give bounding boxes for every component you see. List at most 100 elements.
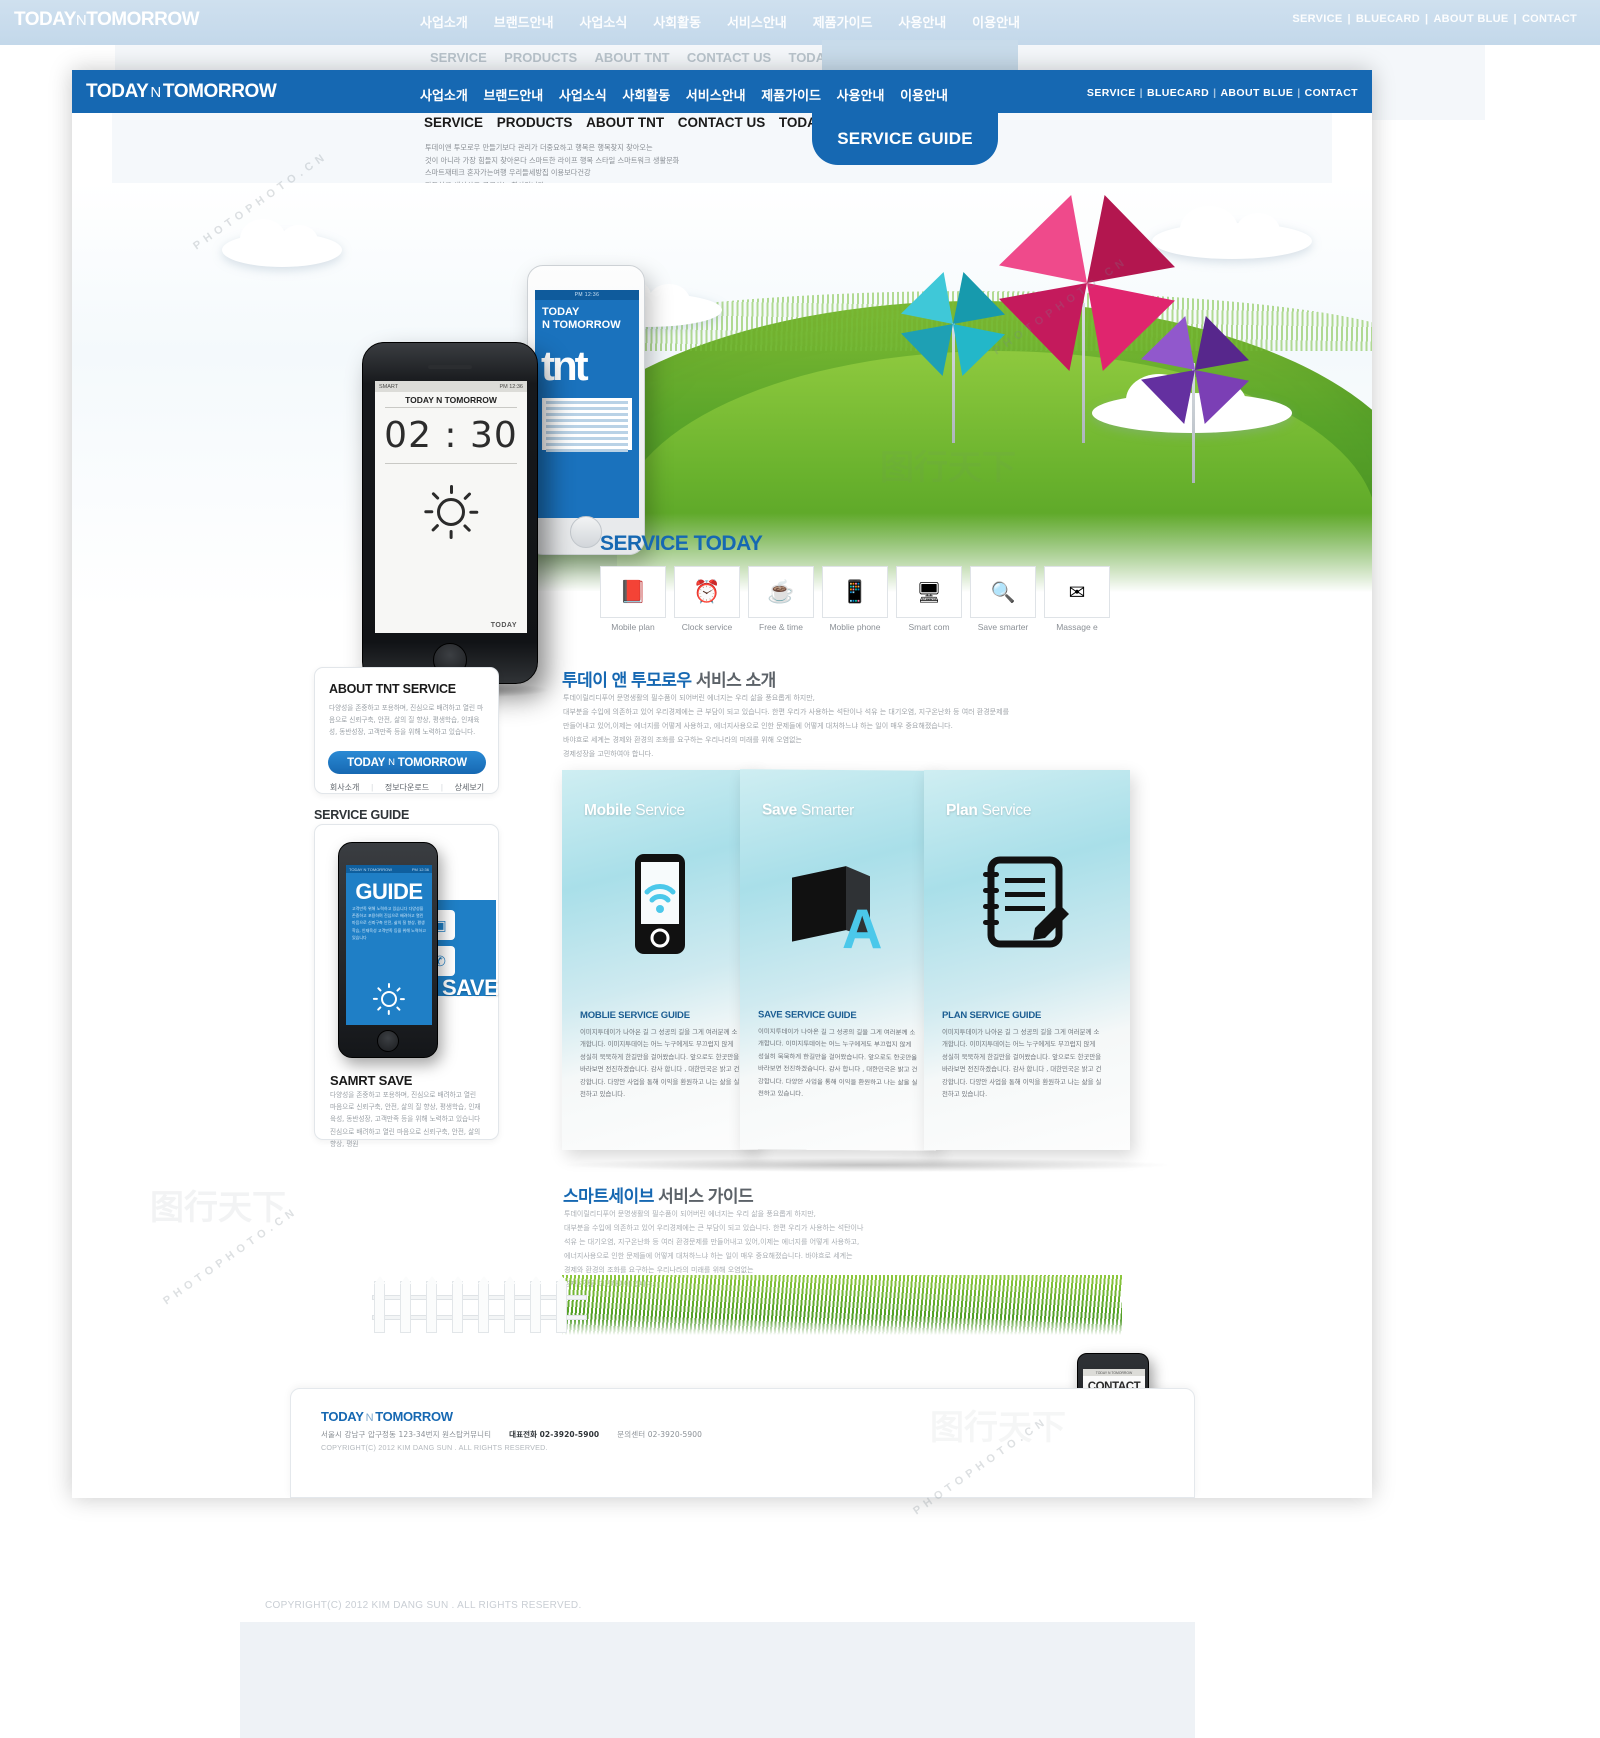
subnav-contact-us[interactable]: CONTACT US	[678, 115, 766, 130]
service-item-label: Massage e	[1056, 622, 1098, 632]
guide-phone-statusbar: TODAY N TOMORROW PM 12:36	[346, 865, 432, 873]
brochure-panel-heading: MOBLIE SERVICE GUIDE	[580, 1010, 690, 1021]
guide-phone-body: 고객만족 위해 노력하고 있습니다 다양성을 존중하고 포용하며 진심으로 배려…	[352, 906, 426, 940]
phone-white-title: TODAY N TOMORROW	[542, 306, 621, 331]
phone-white-screen: PM 12:36 TODAY N TOMORROW tnt	[535, 290, 639, 518]
site-header: TODAY N TOMORROW 사업소개 브랜드안내 사업소식 사회활동 서비스안…	[72, 70, 1372, 113]
service-item-label: Moblie phone	[829, 622, 881, 632]
nav-item-1[interactable]: 브랜드안내	[483, 85, 543, 104]
footer-address: 서울시 강남구 압구정동 123-34번지 원스탑커뮤니티 대표전화 02-392…	[321, 1430, 703, 1439]
brochure-shadow	[567, 1158, 1167, 1172]
smart-save-guide-heading: 스마트세이브 서비스 가이드	[563, 1187, 754, 1206]
phone-black-statusbar: SMART PM 12:36	[375, 381, 527, 392]
nav-item-5[interactable]: 제품가이드	[761, 85, 821, 104]
brochure-panel-body: 이미지투데이가 나아온 길 그 성공의 길을 그게 여러분께 소개합니다. 이미…	[580, 1028, 740, 1099]
nav-item-4[interactable]: 서비스안내	[686, 85, 746, 104]
service-item[interactable]: ☕ Free & time	[748, 566, 814, 632]
service-item[interactable]: 🔍 Save smarter	[970, 566, 1036, 632]
link-details[interactable]: 상세보기	[455, 782, 484, 793]
utility-service[interactable]: SERVICE	[1087, 87, 1136, 99]
background-utility-nav: SERVICE | BLUECARD | ABOUT BLUE | CONTACT	[1292, 13, 1577, 25]
nav-item-7[interactable]: 이용안내	[900, 85, 948, 104]
pinwheel-cyan-icon	[900, 271, 1006, 377]
brochure-illustration: Mobile Service MOBLIE SERVICE GUIDE 이미지투…	[562, 769, 1182, 1170]
secondary-nav: SERVICE PRODUCTS ABOUT TNT CONTACT US TO…	[424, 115, 874, 130]
background-subnav: SERVICE PRODUCTS ABOUT TNT CONTACT US TODAY…	[430, 50, 880, 65]
guide-phone-mockup: TODAY N TOMORROW PM 12:36 GUIDE 고객만족 위해 노…	[338, 842, 438, 1058]
background-nav: 사업소개 브랜드안내 사업소식 사회활동 서비스안내 제품가이드 사용안내 이용안내	[420, 15, 1020, 30]
utility-about-blue[interactable]: ABOUT BLUE	[1220, 87, 1293, 99]
brochure-panel-body: 이미지투데이가 나아온 길 그 성공의 길을 그게 여러분께 소개합니다. 이미…	[942, 1028, 1102, 1099]
brochure-panel-body: 이미지투데이가 나아온 길 그 성공의 길을 그게 여러분께 소개합니다. 이미…	[758, 1027, 918, 1099]
about-tnt-title: ABOUT TNT SERVICE	[329, 682, 456, 696]
phone-black-screen: SMART PM 12:36 TODAY N TOMORROW 02 : 30 T…	[375, 381, 527, 633]
phone-white-logo: tnt	[541, 342, 589, 389]
service-item-label: Clock service	[681, 622, 733, 632]
link-company-intro[interactable]: 회사소개	[330, 782, 359, 793]
service-item[interactable]: ⏰ Clock service	[674, 566, 740, 632]
service-item[interactable]: 🖥 Smart com	[896, 566, 962, 632]
service-item-label: Smart com	[908, 622, 950, 632]
phone-today-label: TODAY	[490, 622, 517, 629]
subnav-service[interactable]: SERVICE	[424, 115, 483, 130]
envelope-mail-icon[interactable]: ✉	[1044, 566, 1110, 618]
brochure-panel-plan: Plan Service PLAN SERVICE GUIDE 이미지투데이가 …	[924, 770, 1130, 1150]
intro-paragraph: 투데이릴리디푸어 문명생활의 필수품이 되어버린 에너지는 우리 삶을 풍요롭게…	[563, 694, 1010, 758]
smartphone-icon[interactable]: 📱	[822, 566, 888, 618]
service-item[interactable]: 📕 Mobile plan	[600, 566, 666, 632]
sun-icon	[373, 983, 406, 1015]
brochure-panel-title: Mobile Service	[584, 802, 685, 819]
phone-white-content-block	[542, 398, 632, 452]
phone-white-home-button[interactable]	[570, 516, 602, 548]
phone-speaker	[428, 365, 472, 369]
sun-icon	[424, 485, 479, 539]
background-logo: TODAYNTOMORROW	[14, 9, 200, 30]
power-search-icon[interactable]: 🔍	[970, 566, 1036, 618]
site-logo[interactable]: TODAY N TOMORROW	[86, 81, 277, 103]
phone-black-app-title: TODAY N TOMORROW	[405, 395, 497, 405]
guide-phone-title: GUIDE	[355, 879, 423, 904]
about-tnt-links: 회사소개 | 정보다운로드 | 상세보기	[329, 782, 485, 793]
subnav-about-tnt[interactable]: ABOUT TNT	[586, 115, 664, 130]
service-guide-section-title: SERVICE GUIDE	[314, 808, 410, 822]
nav-item-3[interactable]: 사회활동	[622, 85, 670, 104]
intro-heading: 투데이 앤 투모로우 서비스 소개	[562, 671, 776, 690]
service-item[interactable]: 📱 Moblie phone	[822, 566, 888, 632]
book-letter-a-icon: A	[740, 847, 936, 961]
service-item-label: Free & time	[759, 622, 803, 632]
about-tnt-body: 다양성을 존중하고 포용하며, 진심으로 배려하고 열린 마음으로 신뢰구축, …	[329, 704, 484, 737]
divider	[385, 463, 517, 464]
service-today-heading: SERVICE TODAY	[600, 532, 763, 555]
smartphone-wifi-icon	[562, 848, 758, 960]
guide-phone-home-button[interactable]	[377, 1030, 399, 1052]
save-label: SAVE	[442, 975, 499, 1000]
smart-save-heading: SAMRT SAVE	[330, 1073, 413, 1088]
phone-white-statusbar: PM 12:36	[535, 290, 639, 300]
service-today-icon-list: 📕 Mobile plan ⏰ Clock service ☕ Free & t…	[600, 566, 1140, 632]
utility-contact[interactable]: CONTACT	[1305, 87, 1358, 99]
nav-item-2[interactable]: 사업소식	[559, 85, 607, 104]
guide-phone-screen: TODAY N TOMORROW PM 12:36 GUIDE 고객만족 위해 노…	[346, 865, 432, 1025]
service-guide-tab[interactable]: SERVICE GUIDE	[812, 113, 998, 165]
site-footer: TODAY N TOMORROW 서울시 강남구 압구정동 123-34번지 원스탑…	[290, 1388, 1195, 1498]
subnav-products[interactable]: PRODUCTS	[497, 115, 573, 130]
brochure-panel-mobile: Mobile Service MOBLIE SERVICE GUIDE 이미지투…	[562, 770, 758, 1150]
service-item-label: Mobile plan	[611, 622, 655, 632]
contact-phone-statusbar: TODAY N TOMORROW	[1083, 1369, 1145, 1376]
alarm-clock-icon[interactable]: ⏰	[674, 566, 740, 618]
utility-nav: SERVICE | BLUECARD | ABOUT BLUE | CONTACT	[1086, 87, 1358, 99]
footer-logo: TODAY N TOMORROW	[321, 1409, 453, 1424]
desktop-monitor-icon[interactable]: 🖥	[896, 566, 962, 618]
today-n-tomorrow-button[interactable]: TODAY N TOMORROW	[328, 751, 486, 774]
svg-text:A: A	[842, 897, 882, 956]
brochure-panel-heading: SAVE SERVICE GUIDE	[758, 1009, 857, 1022]
coffee-cup-icon[interactable]: ☕	[748, 566, 814, 618]
smart-save-body: 다양성을 존중하고 포용하며, 진심으로 배려하고 열린 마음으로 신뢰구축, …	[330, 1091, 481, 1148]
book-magnifier-icon[interactable]: 📕	[600, 566, 666, 618]
brochure-panel-title: Save Smarter	[762, 801, 855, 820]
nav-item-6[interactable]: 사용안내	[837, 85, 885, 104]
link-info-download[interactable]: 정보다운로드	[385, 782, 429, 793]
utility-bluecard[interactable]: BLUECARD	[1147, 87, 1209, 99]
nav-item-0[interactable]: 사업소개	[420, 85, 468, 104]
service-item[interactable]: ✉ Massage e	[1044, 566, 1110, 632]
